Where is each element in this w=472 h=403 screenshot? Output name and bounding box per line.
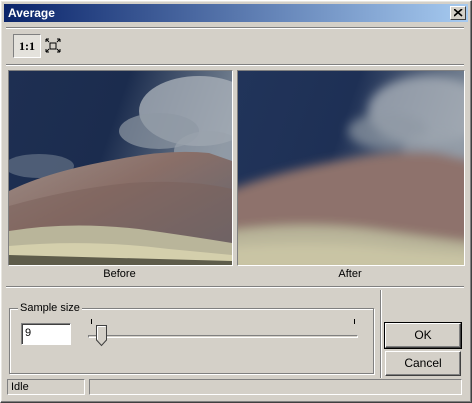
slider-tick-max [354,319,355,324]
actual-size-button[interactable]: 1:1 [13,34,41,58]
sample-size-slider-track[interactable] [88,335,358,338]
sample-size-input[interactable]: 9 [21,323,71,345]
preview-divider [6,286,464,288]
close-icon [454,9,463,17]
title-bar[interactable]: Average [4,4,468,22]
before-caption: Before [103,268,136,280]
close-button[interactable] [450,6,466,20]
toolbar-divider [6,64,464,66]
window-title: Average [8,6,55,20]
status-panel [89,379,462,395]
fit-to-window-icon [45,38,61,53]
status-text: Idle [7,379,85,395]
before-preview [8,70,233,266]
fit-to-window-button[interactable] [44,34,64,58]
sample-size-label: Sample size [18,302,82,314]
button-divider [380,290,382,378]
after-preview [237,70,465,266]
after-image [238,71,464,265]
before-image [9,71,232,265]
top-divider [6,27,464,29]
sample-size-slider-thumb[interactable] [95,325,108,347]
ok-button[interactable]: OK [384,322,462,349]
after-caption: After [338,268,362,280]
slider-thumb-shape [95,325,107,347]
slider-tick-min [91,319,92,324]
cancel-button[interactable]: Cancel [385,351,461,376]
